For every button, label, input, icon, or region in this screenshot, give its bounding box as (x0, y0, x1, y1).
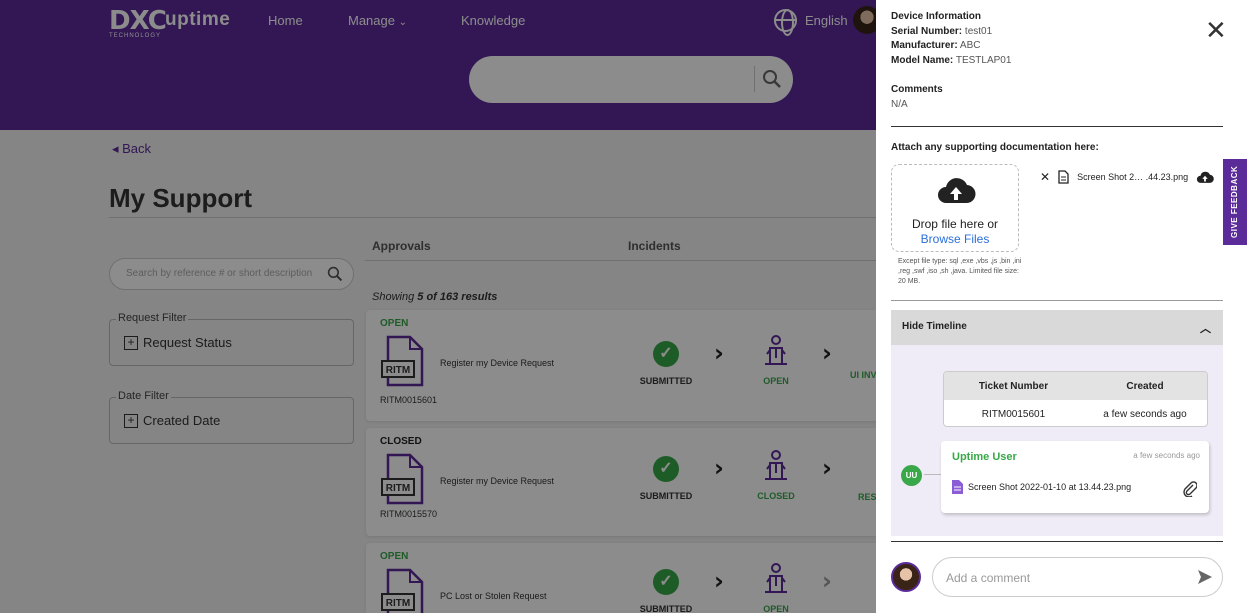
cloud-upload-icon[interactable] (1196, 171, 1214, 184)
manufacturer: Manufacturer: ABC (891, 40, 980, 51)
comments-label: Comments (891, 84, 943, 95)
attached-file-name: Screen Shot 2… .44.23.png (1077, 172, 1189, 182)
ticket-table: Ticket Number Created RITM0015601 a few … (943, 371, 1208, 427)
add-comment-placeholder: Add a comment (946, 571, 1031, 585)
timeline-comment: Uptime User a few seconds ago Screen Sho… (941, 441, 1209, 513)
model-name: Model Name: TESTLAP01 (891, 55, 1011, 66)
remove-file-icon[interactable]: ✕ (1040, 170, 1050, 184)
manufacturer-label: Manufacturer: (891, 40, 958, 51)
paperclip-icon[interactable] (1183, 481, 1197, 497)
document-icon (952, 480, 963, 494)
browse-files-link[interactable]: Browse Files (892, 232, 1018, 246)
timeline-panel: Ticket Number Created RITM0015601 a few … (891, 345, 1223, 536)
table-row: RITM0015601 a few seconds ago (944, 400, 1207, 426)
comments-value: N/A (891, 99, 908, 110)
device-info-title: Device Information (891, 11, 982, 22)
timeline-toggle-label: Hide Timeline (902, 321, 967, 332)
divider (891, 126, 1223, 127)
give-feedback-tab[interactable]: GIVE FEEDBACK (1223, 159, 1247, 245)
serial-value: test01 (962, 26, 993, 37)
cell-ticket-number: RITM0015601 (981, 409, 1046, 420)
comment-attachment[interactable]: Screen Shot 2022-01-10 at 13.44.23.png (952, 480, 1131, 494)
cell-created: a few seconds ago (1103, 409, 1187, 420)
comment-attachment-name: Screen Shot 2022-01-10 at 13.44.23.png (968, 482, 1132, 492)
user-initials-avatar: UU (901, 465, 922, 486)
cloud-upload-icon (938, 178, 976, 204)
col-ticket-number: Ticket Number (978, 381, 1049, 392)
modal-backdrop[interactable] (0, 0, 876, 613)
device-details-drawer: Device Information Serial Number: test01… (876, 0, 1247, 613)
serial-number: Serial Number: test01 (891, 26, 992, 37)
close-icon[interactable]: ✕ (1205, 18, 1227, 44)
file-dropzone[interactable]: Drop file here or Browse Files (891, 164, 1019, 252)
hide-timeline-toggle[interactable]: Hide Timeline ︿ (891, 310, 1223, 345)
model-value: TESTLAP01 (953, 55, 1012, 66)
manufacturer-value: ABC (957, 40, 981, 51)
chevron-up-icon: ︿ (1200, 323, 1211, 335)
serial-label: Serial Number: (891, 26, 963, 37)
send-icon[interactable] (1197, 569, 1213, 585)
divider (891, 541, 1223, 542)
drop-text: Drop file here or (911, 217, 999, 231)
divider (891, 300, 1223, 301)
attached-file: ✕ Screen Shot 2… .44.23.png (1040, 170, 1214, 184)
file-type-hint: Except file type: sql ,exe ,vbs ,js ,bin… (898, 258, 1022, 285)
comment-author: Uptime User (952, 451, 1017, 463)
add-comment-input[interactable]: Add a comment (932, 557, 1223, 597)
attach-label: Attach any supporting documentation here… (891, 142, 1099, 153)
current-user-avatar (891, 562, 921, 592)
file-icon (1058, 170, 1069, 184)
ticket-table-header: Ticket Number Created (944, 372, 1207, 400)
col-created: Created (1126, 381, 1164, 392)
model-label: Model Name: (891, 55, 954, 66)
comment-time: a few seconds ago (1133, 451, 1200, 460)
